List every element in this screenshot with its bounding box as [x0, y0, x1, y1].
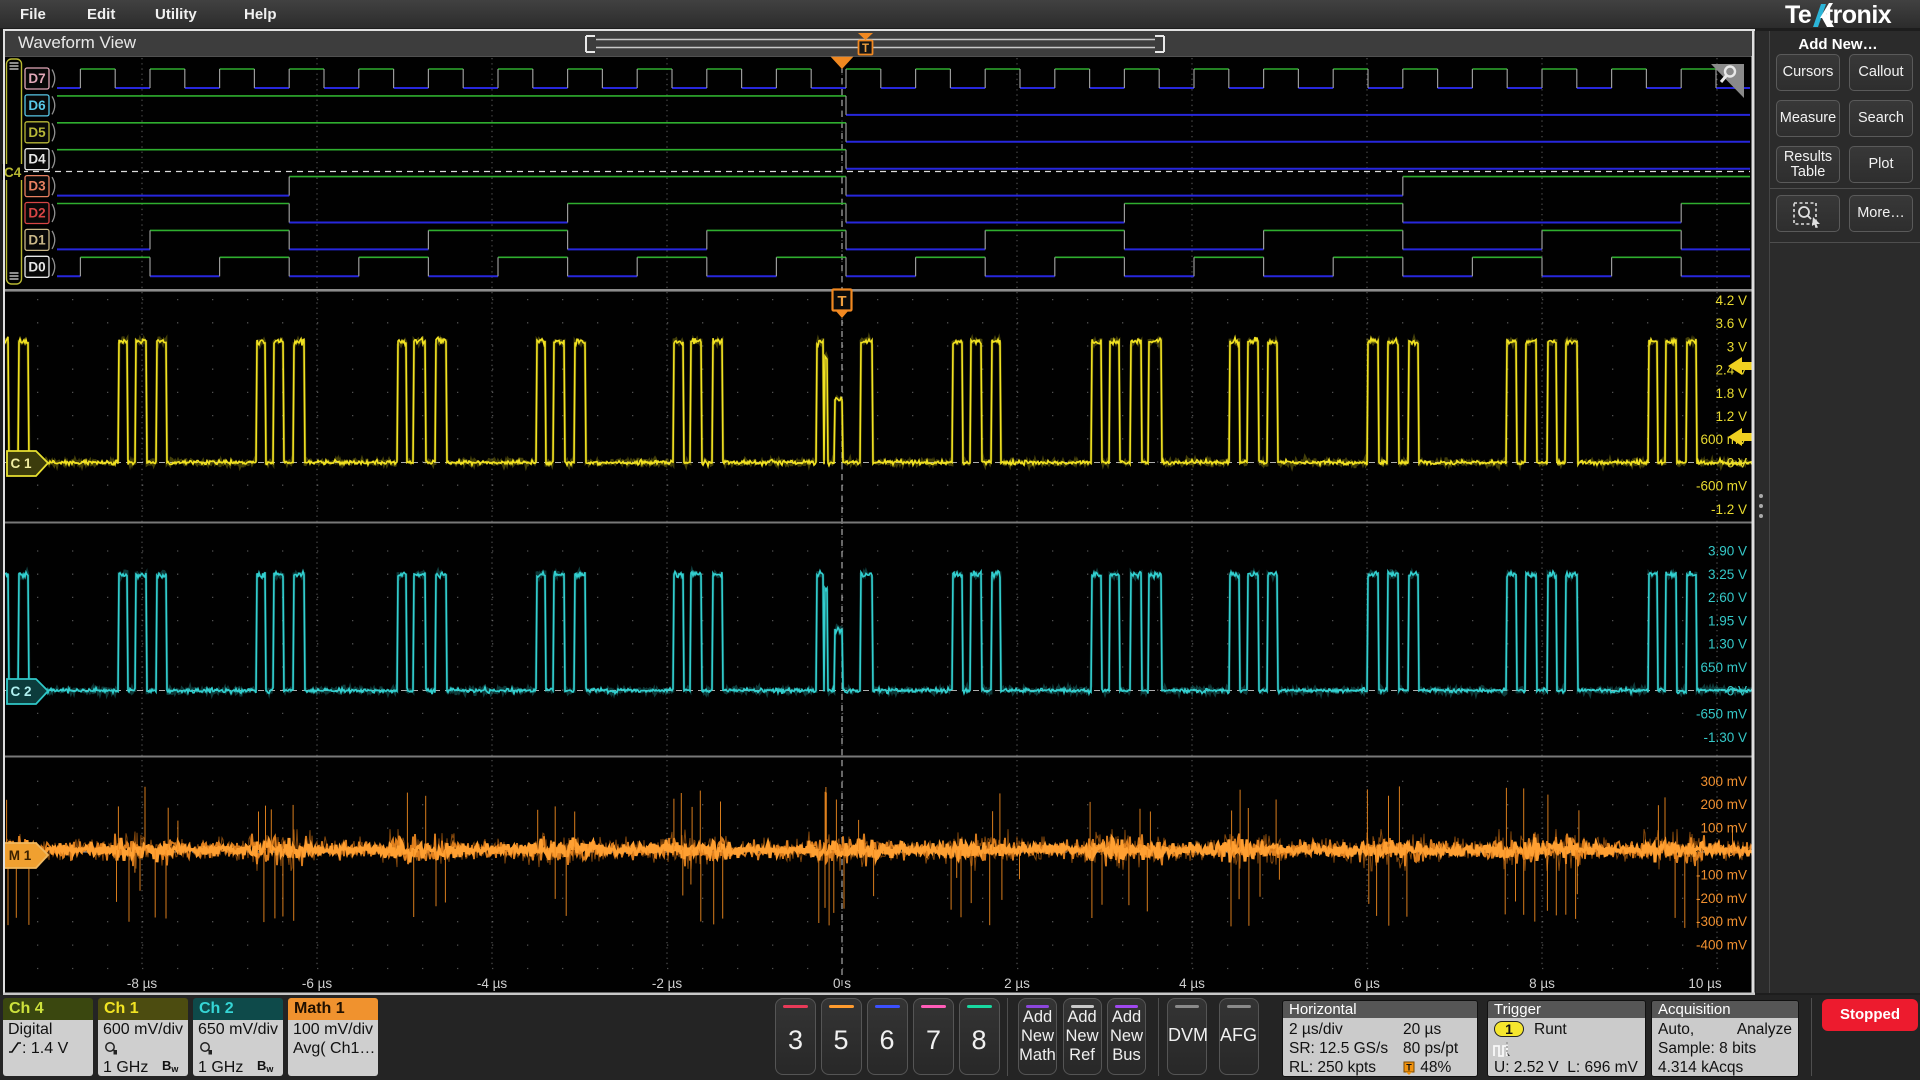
svg-text:0 V: 0 V — [1727, 455, 1747, 470]
svg-text:-8 µs: -8 µs — [127, 976, 158, 991]
svg-text:0 V: 0 V — [1727, 844, 1747, 859]
svg-text:-1.2 V: -1.2 V — [1711, 502, 1747, 517]
svg-text:D2: D2 — [28, 206, 45, 221]
svg-text:1.30 V: 1.30 V — [1708, 637, 1747, 652]
svg-text:0 s: 0 s — [833, 976, 851, 991]
svg-text:8 µs: 8 µs — [1529, 976, 1555, 991]
svg-text:3.25 V: 3.25 V — [1708, 567, 1747, 582]
svg-text:4.2 V: 4.2 V — [1715, 293, 1747, 308]
svg-text:-400 mV: -400 mV — [1696, 938, 1747, 953]
svg-text:D4: D4 — [28, 152, 46, 167]
svg-text:D5: D5 — [28, 125, 46, 140]
svg-text:T: T — [862, 43, 869, 55]
svg-text:3.6 V: 3.6 V — [1715, 316, 1747, 331]
svg-text:-2 µs: -2 µs — [652, 976, 683, 991]
svg-text:-600 mV: -600 mV — [1696, 479, 1747, 494]
svg-text:1.95 V: 1.95 V — [1708, 613, 1747, 628]
svg-text:100 mV: 100 mV — [1700, 821, 1747, 836]
svg-text:T: T — [1406, 1063, 1412, 1073]
svg-text:1.2 V: 1.2 V — [1715, 409, 1747, 424]
svg-text:-6 µs: -6 µs — [302, 976, 333, 991]
svg-text:C 2: C 2 — [10, 684, 31, 699]
svg-text:D7: D7 — [28, 71, 45, 86]
svg-text:M 1: M 1 — [9, 848, 32, 863]
svg-text:3 V: 3 V — [1727, 339, 1747, 354]
svg-text:-100 mV: -100 mV — [1696, 867, 1747, 882]
svg-text:1.8 V: 1.8 V — [1715, 386, 1747, 401]
svg-text:200 mV: 200 mV — [1700, 797, 1747, 812]
svg-text:C 1: C 1 — [10, 456, 32, 471]
svg-text:10 µs: 10 µs — [1688, 976, 1722, 991]
svg-text:2 µs: 2 µs — [1004, 976, 1030, 991]
svg-text:6 µs: 6 µs — [1354, 976, 1380, 991]
svg-text:-650 mV: -650 mV — [1696, 707, 1747, 722]
svg-text:-1.30 V: -1.30 V — [1703, 730, 1747, 745]
svg-text:D3: D3 — [28, 179, 46, 194]
svg-text:C4: C4 — [4, 165, 22, 180]
svg-text:-200 mV: -200 mV — [1696, 891, 1747, 906]
svg-text:4 µs: 4 µs — [1179, 976, 1205, 991]
svg-text:650 mV: 650 mV — [1700, 660, 1747, 675]
svg-text:2.60 V: 2.60 V — [1708, 590, 1747, 605]
svg-text:3.90 V: 3.90 V — [1708, 544, 1747, 559]
svg-text:D1: D1 — [28, 232, 46, 247]
svg-text:-4 µs: -4 µs — [477, 976, 508, 991]
svg-text:300 mV: 300 mV — [1700, 774, 1747, 789]
svg-text:D0: D0 — [28, 259, 45, 274]
svg-text:T: T — [837, 293, 846, 310]
svg-text:D6: D6 — [28, 98, 46, 113]
svg-text:-300 mV: -300 mV — [1696, 914, 1747, 929]
svg-text:0 V: 0 V — [1727, 683, 1747, 698]
